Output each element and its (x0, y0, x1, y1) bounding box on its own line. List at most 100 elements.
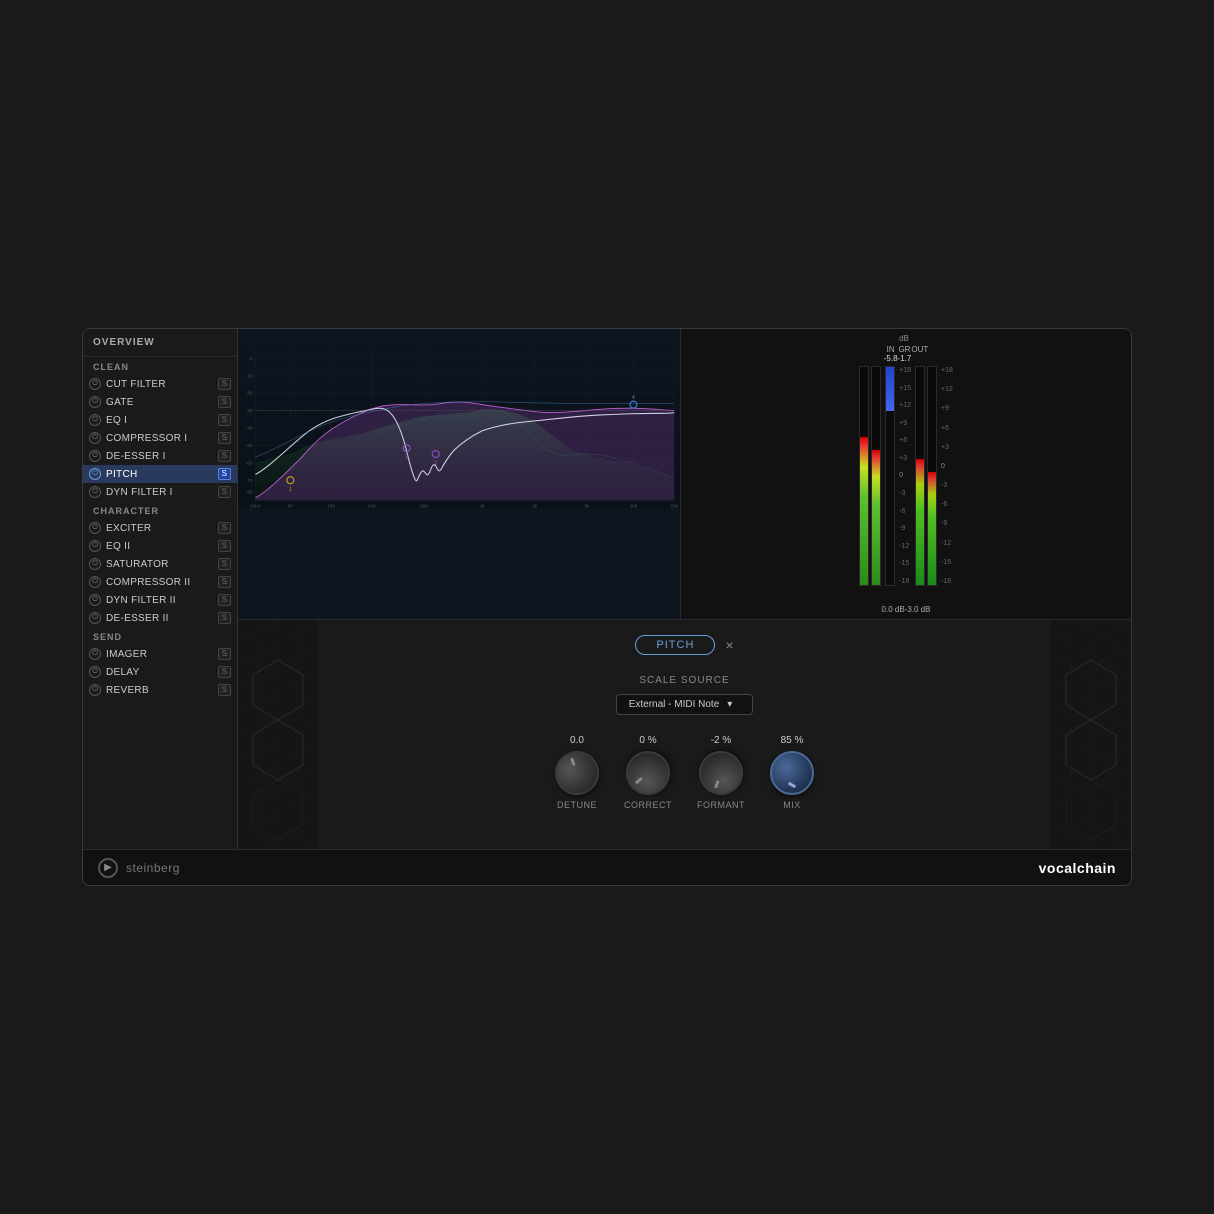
power-btn-gate[interactable]: ⏻ (89, 396, 101, 408)
svg-text:-10: -10 (246, 373, 253, 378)
mix-knob[interactable] (770, 751, 814, 795)
in-bar-L (859, 366, 869, 586)
eq-svg: 1 2 3 4 0 -10 -20 -30 (238, 329, 680, 509)
power-btn-de-esser1[interactable]: ⏻ (89, 450, 101, 462)
correct-value: 0 % (639, 735, 656, 746)
sidebar-section-character: CHARACTER (83, 501, 237, 519)
bottom-panel: PITCH × SCALE SOURCE External - MIDI Not… (238, 619, 1131, 849)
power-btn-pitch[interactable]: ⏻ (89, 468, 101, 480)
solo-eq1[interactable]: S (218, 414, 231, 426)
solo-cut-filter[interactable]: S (218, 378, 231, 390)
solo-de-esser2[interactable]: S (218, 612, 231, 624)
solo-reverb[interactable]: S (218, 684, 231, 696)
eq-display[interactable]: dB COMPRESSOR I (238, 329, 680, 619)
correct-knob[interactable] (617, 742, 679, 804)
sidebar-item-delay[interactable]: ⏻ DELAY S (83, 663, 237, 681)
db-top-scale: dB (899, 334, 913, 343)
out-bar-L-fill (916, 459, 924, 585)
svg-text:1: 1 (289, 487, 292, 493)
gr-meter (885, 366, 895, 586)
svg-text:20Hz: 20Hz (250, 504, 262, 509)
solo-compressor2[interactable]: S (218, 576, 231, 588)
sidebar-item-exciter[interactable]: ⏻ EXCITER S (83, 519, 237, 537)
sidebar-item-pitch[interactable]: ⏻ PITCH S (83, 465, 237, 483)
in-bar-R (871, 366, 881, 586)
gr-bars (885, 366, 895, 586)
svg-text:-60: -60 (246, 461, 253, 466)
pitch-tab[interactable]: PITCH (635, 635, 715, 655)
sidebar-item-reverb[interactable]: ⏻ REVERB S (83, 681, 237, 699)
power-btn-compressor2[interactable]: ⏻ (89, 576, 101, 588)
footer: ▶ steinberg vocalchain (83, 849, 1131, 885)
sidebar-item-saturator[interactable]: ⏻ SATURATOR S (83, 555, 237, 573)
svg-text:200: 200 (368, 504, 376, 509)
gr-bar-fill (886, 367, 894, 411)
in-value: -5.8 (884, 354, 898, 363)
pitch-close-btn[interactable]: × (725, 637, 733, 653)
pitch-header: PITCH × (635, 635, 733, 655)
solo-eq2[interactable]: S (218, 540, 231, 552)
product-light: vocal (1039, 860, 1077, 876)
scale-source-dropdown[interactable]: External - MIDI Note ▾ (616, 694, 754, 715)
power-btn-dyn-filter2[interactable]: ⏻ (89, 594, 101, 606)
gr-label: GR (898, 345, 910, 354)
power-btn-dyn-filter1[interactable]: ⏻ (89, 486, 101, 498)
power-btn-imager[interactable]: ⏻ (89, 648, 101, 660)
sidebar-item-imager[interactable]: ⏻ IMAGER S (83, 645, 237, 663)
detune-knob[interactable] (549, 745, 605, 801)
gr-meter-header: GR -1.7 (898, 345, 912, 363)
sidebar-item-de-esser1[interactable]: ⏻ DE-ESSER I S (83, 447, 237, 465)
sidebar-item-cut-filter[interactable]: ⏻ CUT FILTER S (83, 375, 237, 393)
sidebar-section-send: SEND (83, 627, 237, 645)
solo-saturator[interactable]: S (218, 558, 231, 570)
formant-value: -2 % (711, 735, 732, 746)
solo-imager[interactable]: S (218, 648, 231, 660)
power-btn-exciter[interactable]: ⏻ (89, 522, 101, 534)
svg-text:500: 500 (420, 504, 428, 509)
power-btn-eq2[interactable]: ⏻ (89, 540, 101, 552)
hex-bg-left (238, 620, 318, 849)
detune-value: 0.0 (570, 735, 584, 746)
power-btn-cut-filter[interactable]: ⏻ (89, 378, 101, 390)
solo-dyn-filter2[interactable]: S (218, 594, 231, 606)
svg-text:2: 2 (405, 455, 408, 461)
vocalchain-logo: vocalchain (1039, 860, 1116, 876)
mix-group: 85 % MIX (770, 735, 814, 810)
power-btn-compressor1[interactable]: ⏻ (89, 432, 101, 444)
sidebar-item-compressor1[interactable]: ⏻ COMPRESSOR I S (83, 429, 237, 447)
dropdown-arrow: ▾ (727, 699, 732, 710)
sidebar-overview[interactable]: OVERVIEW (83, 329, 237, 357)
mix-label: MIX (783, 800, 801, 810)
sidebar-item-compressor2[interactable]: ⏻ COMPRESSOR II S (83, 573, 237, 591)
sidebar-item-de-esser2[interactable]: ⏻ DE-ESSER II S (83, 609, 237, 627)
solo-gate[interactable]: S (218, 396, 231, 408)
solo-de-esser1[interactable]: S (218, 450, 231, 462)
solo-compressor1[interactable]: S (218, 432, 231, 444)
svg-text:20k: 20k (670, 504, 678, 509)
content-area: dB COMPRESSOR I (238, 329, 1131, 849)
solo-exciter[interactable]: S (218, 522, 231, 534)
sidebar-item-dyn-filter1[interactable]: ⏻ DYN FILTER I S (83, 483, 237, 501)
power-btn-eq1[interactable]: ⏻ (89, 414, 101, 426)
power-btn-reverb[interactable]: ⏻ (89, 684, 101, 696)
out-bottom-val: -3.0 dB (905, 605, 931, 614)
solo-dyn-filter1[interactable]: S (218, 486, 231, 498)
power-btn-de-esser2[interactable]: ⏻ (89, 612, 101, 624)
formant-knob[interactable] (693, 745, 749, 801)
solo-delay[interactable]: S (218, 666, 231, 678)
sidebar-item-gate[interactable]: ⏻ GATE S (83, 393, 237, 411)
formant-group: -2 % FORMANT (697, 735, 745, 810)
solo-pitch[interactable]: S (218, 468, 231, 480)
db-scale-labels: +18 +15 +12 +9 +6 +3 0 -3 -6 -9 -12 -15 (899, 366, 911, 586)
out-meter-header: OUT (911, 345, 928, 363)
mix-value: 85 % (781, 735, 804, 746)
correct-group: 0 % CORRECT (624, 735, 672, 810)
detune-label: DETUNE (557, 800, 597, 810)
sidebar-item-eq1[interactable]: ⏻ EQ I S (83, 411, 237, 429)
out-label: OUT (911, 345, 928, 354)
sidebar-item-eq2[interactable]: ⏻ EQ II S (83, 537, 237, 555)
sidebar-item-dyn-filter2[interactable]: ⏻ DYN FILTER II S (83, 591, 237, 609)
svg-text:-20: -20 (246, 391, 253, 396)
power-btn-delay[interactable]: ⏻ (89, 666, 101, 678)
power-btn-saturator[interactable]: ⏻ (89, 558, 101, 570)
